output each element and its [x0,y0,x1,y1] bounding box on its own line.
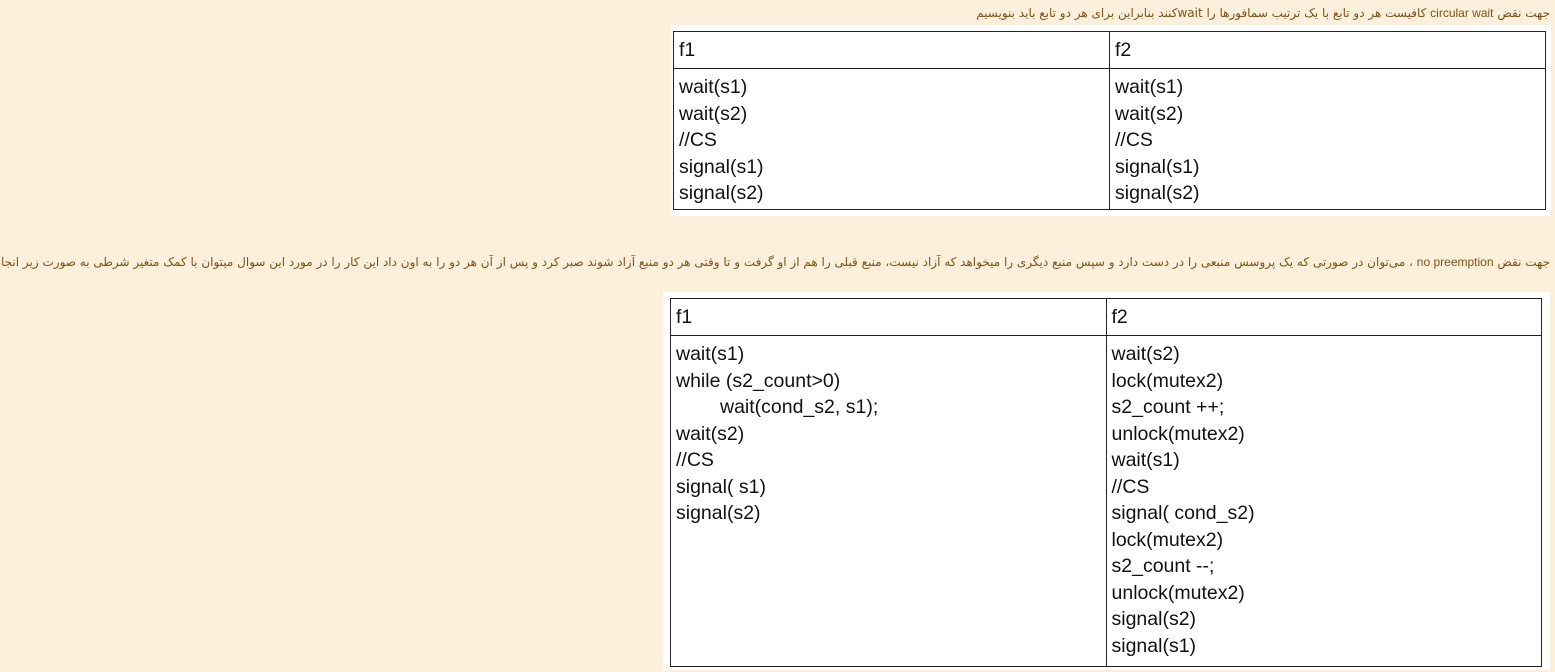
code-line: signal(s2) [1111,608,1197,630]
code-line: //CS [1111,475,1150,498]
code-line: signal(s2) [676,502,761,524]
code-line: signal(s2) [679,182,764,204]
code-line: s2_count --; [1111,555,1215,577]
code-line: signal(s1) [679,155,764,178]
code-line: //CS [676,449,714,471]
table-header-f2: f2 [1105,298,1542,336]
para-text: جهت نقض [1493,6,1550,20]
code-line: wait(s2) [676,422,745,445]
table-header-f1: f1 [670,298,1107,336]
f2-code-cell: wait(s1) wait(s2) //CS signal(s1) signal… [1109,68,1546,210]
code-line: unlock(mutex2) [1111,422,1245,445]
circular-wait-code-table: f1 f2 wait(s1) wait(s2) //CS signal(s1) … [673,31,1546,210]
code-line: signal( cond_s2) [1111,502,1255,524]
code-line: lock(mutex2) [1111,528,1224,551]
code-line: wait(cond_s2, s1); [720,396,879,418]
para-text: کافیست هر دو تابع با یک ترتیب سمافورها ر… [976,6,1431,20]
code-line: signal(s1) [1115,155,1200,178]
no-preemption-paragraph: جهت نقض no preemption ، می‌توان در صورتی… [0,255,1550,269]
f2-code-cell: wait(s2) lock(mutex2) s2_count ++; unloc… [1105,335,1542,667]
code-line: signal(s2) [1115,182,1200,204]
no-preemption-code-table: f1 f2 wait(s1) while (s2_count>0) wait(c… [670,298,1542,667]
f1-code-cell: wait(s1) while (s2_count>0) wait(cond_s2… [670,335,1107,667]
para-text: جهت نقض [1493,255,1550,269]
code-line: wait(s1) [1115,76,1184,98]
table-header-f1: f1 [673,31,1110,69]
code-line: wait(s1) [1111,449,1180,471]
para-text: ، می‌توان در صورتی که یک پروسس منبعی را … [0,255,1417,269]
code-line: while (s2_count>0) [676,369,841,392]
code-line: unlock(mutex2) [1111,581,1245,604]
para-term: circular wait [1430,6,1494,20]
code-line: signal(s1) [1111,634,1197,657]
code-line: //CS [679,129,717,151]
code-line: wait(s1) [679,76,748,98]
code-line: signal( s1) [676,475,766,498]
code-line: wait(s1) [676,343,745,365]
table-header-f2: f2 [1109,31,1546,69]
code-line: lock(mutex2) [1111,369,1224,392]
code-line: wait(s2) [1111,343,1180,365]
code-line: //CS [1115,129,1153,151]
code-line: wait(s2) [1115,102,1184,125]
f1-code-cell: wait(s1) wait(s2) //CS signal(s1) signal… [673,68,1110,210]
code-line: wait(s2) [679,102,748,125]
circular-wait-paragraph: جهت نقض circular wait کافیست هر دو تابع … [976,6,1550,20]
code-line: s2_count ++; [1111,396,1225,418]
para-term: no preemption [1416,255,1494,269]
